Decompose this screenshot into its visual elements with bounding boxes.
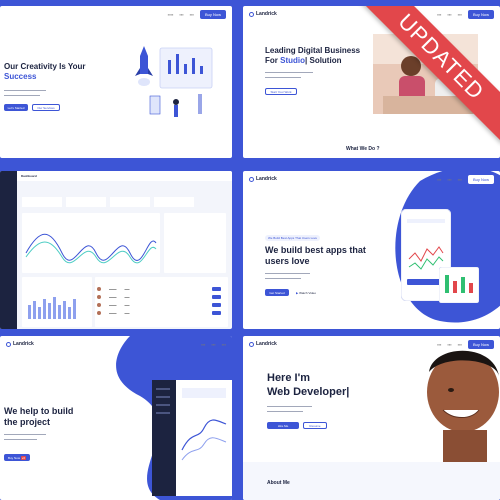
nav-link[interactable]: ▪▪▪	[437, 177, 441, 182]
logo[interactable]: Landrick	[249, 11, 277, 17]
preview-admin-dashboard[interactable]: Dashboard ▬▬▬ ▬▬ ▬▬▬ ▬▬ ▬▬▬ ▬▬ ▬▬▬ ▬▬	[0, 171, 232, 329]
logo-icon	[6, 341, 11, 347]
activity-panel	[164, 213, 226, 273]
table-row[interactable]: ▬▬▬ ▬▬	[95, 309, 225, 317]
stat-card	[22, 197, 62, 207]
logo-icon	[249, 176, 254, 182]
hero-paragraph: ▬▬▬▬▬▬▬▬▬▬▬▬▬▬▬ ▬▬▬▬▬▬▬▬▬▬▬▬	[267, 404, 312, 413]
logo[interactable]: Landrick	[6, 341, 34, 347]
logo[interactable]: Landrick	[249, 341, 277, 347]
hero-title: Leading Digital Business For Studio| Sol…	[265, 46, 361, 65]
nav-link[interactable]: ▪▪▪	[447, 177, 451, 182]
preview-personal-portfolio[interactable]: Landrick ▪▪▪ ▪▪▪ ▪▪▪ Buy Now Here I'm We…	[243, 336, 500, 500]
hero-paragraph: ▬▬▬▬▬▬▬▬▬▬▬▬▬▬ ▬▬▬▬▬▬▬▬▬▬▬	[4, 432, 46, 441]
get-started-button[interactable]: Get Started	[265, 289, 289, 296]
table-row[interactable]: ▬▬▬ ▬▬	[95, 293, 225, 301]
developer-portrait	[427, 350, 499, 476]
get-started-button[interactable]: Let's Started	[4, 104, 28, 111]
line-chart	[25, 233, 157, 264]
nav-link[interactable]: ▪▪▪	[447, 342, 451, 347]
hero-title: Here I'm Web Developer|	[267, 372, 350, 398]
sales-chart-panel	[22, 213, 160, 273]
buy-now-button[interactable]: Buy Now v2	[4, 454, 30, 461]
resume-button[interactable]: Resume	[303, 422, 327, 429]
nav-link[interactable]: ▪▪▪	[179, 12, 183, 17]
nav-link[interactable]: ▪▪▪	[437, 342, 441, 347]
navbar: Landrick ▪▪▪ ▪▪▪ ▪▪▪ Buy Now	[243, 336, 500, 352]
logo[interactable]: Landrick	[249, 176, 277, 182]
navbar: Landrick ▪▪▪ ▪▪▪ ▪▪▪ Buy Now	[243, 171, 500, 187]
hero-paragraph: ▬▬▬▬▬▬▬▬▬▬▬▬▬▬ ▬▬▬▬▬▬▬▬▬▬▬▬	[4, 88, 46, 97]
bar-chart-panel	[22, 277, 92, 327]
hero-title: Our Creativity Is Your Success	[4, 62, 86, 81]
stat-card	[110, 197, 150, 207]
dashboard-topbar: Dashboard	[17, 171, 232, 181]
nav-link[interactable]: ▪▪▪	[222, 342, 226, 347]
hero-paragraph: ▬▬▬▬▬▬▬▬▬▬▬▬▬▬▬▬ ▬▬▬▬▬▬▬▬▬▬▬▬	[265, 70, 313, 79]
rocket-illustration	[135, 46, 213, 117]
hero-title: We build best apps that users love	[265, 245, 366, 267]
nav-link[interactable]: ▪▪▪	[190, 12, 194, 17]
bar-chart	[28, 297, 76, 319]
logo-icon	[249, 341, 254, 347]
updated-ribbon: UPDATED	[350, 6, 500, 156]
nav-buy-button[interactable]: Buy Now	[199, 9, 226, 19]
nav-link[interactable]: ▪▪▪	[201, 342, 205, 347]
table-row[interactable]: ▬▬▬ ▬▬	[95, 301, 225, 309]
hero-title: We help to build the project	[4, 406, 74, 428]
navbar: Landrick ▪▪▪ ▪▪▪ ▪▪▪	[0, 336, 232, 352]
widget-card	[439, 267, 479, 303]
start-work-button[interactable]: Start Your Work	[265, 88, 297, 95]
preview-saas-project[interactable]: Landrick ▪▪▪ ▪▪▪ ▪▪▪ We help to build th…	[0, 336, 232, 500]
hire-me-button[interactable]: Hire Me	[267, 422, 299, 429]
play-icon: ▶	[296, 290, 299, 295]
nav-buy-button[interactable]: Buy Now	[467, 174, 494, 184]
dashboard-sidebar	[0, 171, 17, 329]
nav-link[interactable]: ▪▪▪	[458, 342, 462, 347]
stat-card	[154, 197, 194, 207]
nav-buy-button[interactable]: Buy Now	[467, 339, 494, 349]
watch-video-button[interactable]: ▶ Watch Video	[293, 289, 319, 296]
nav-link[interactable]: ▪▪▪	[211, 342, 215, 347]
nav-link[interactable]: ▪▪▪	[458, 177, 462, 182]
preview-creative-agency[interactable]: ▪▪▪▪ ▪▪▪ ▪▪▪ Buy Now Our Creativity Is Y…	[0, 6, 232, 158]
dashboard-mockup	[152, 380, 232, 496]
services-button[interactable]: Our Services	[32, 104, 60, 111]
preview-app-landing[interactable]: Landrick ▪▪▪ ▪▪▪ ▪▪▪ Buy Now We Build Be…	[243, 171, 500, 329]
table-row[interactable]: ▬▬▬ ▬▬	[95, 285, 225, 293]
preview-digital-business[interactable]: Landrick ▪▪▪ ▪▪▪ ▪▪▪ Buy Now Leading Dig…	[243, 6, 500, 158]
navbar: ▪▪▪▪ ▪▪▪ ▪▪▪ Buy Now	[0, 6, 232, 22]
nav-link[interactable]: ▪▪▪▪	[168, 12, 174, 17]
tagline-pill: We Build Best Apps That Users Love	[265, 235, 321, 241]
section-heading: About Me	[267, 480, 290, 486]
hero-paragraph: ▬▬▬▬▬▬▬▬▬▬▬▬▬▬▬ ▬▬▬▬▬▬▬▬▬▬▬▬	[265, 271, 310, 280]
logo-icon	[249, 11, 254, 17]
stat-card	[66, 197, 106, 207]
